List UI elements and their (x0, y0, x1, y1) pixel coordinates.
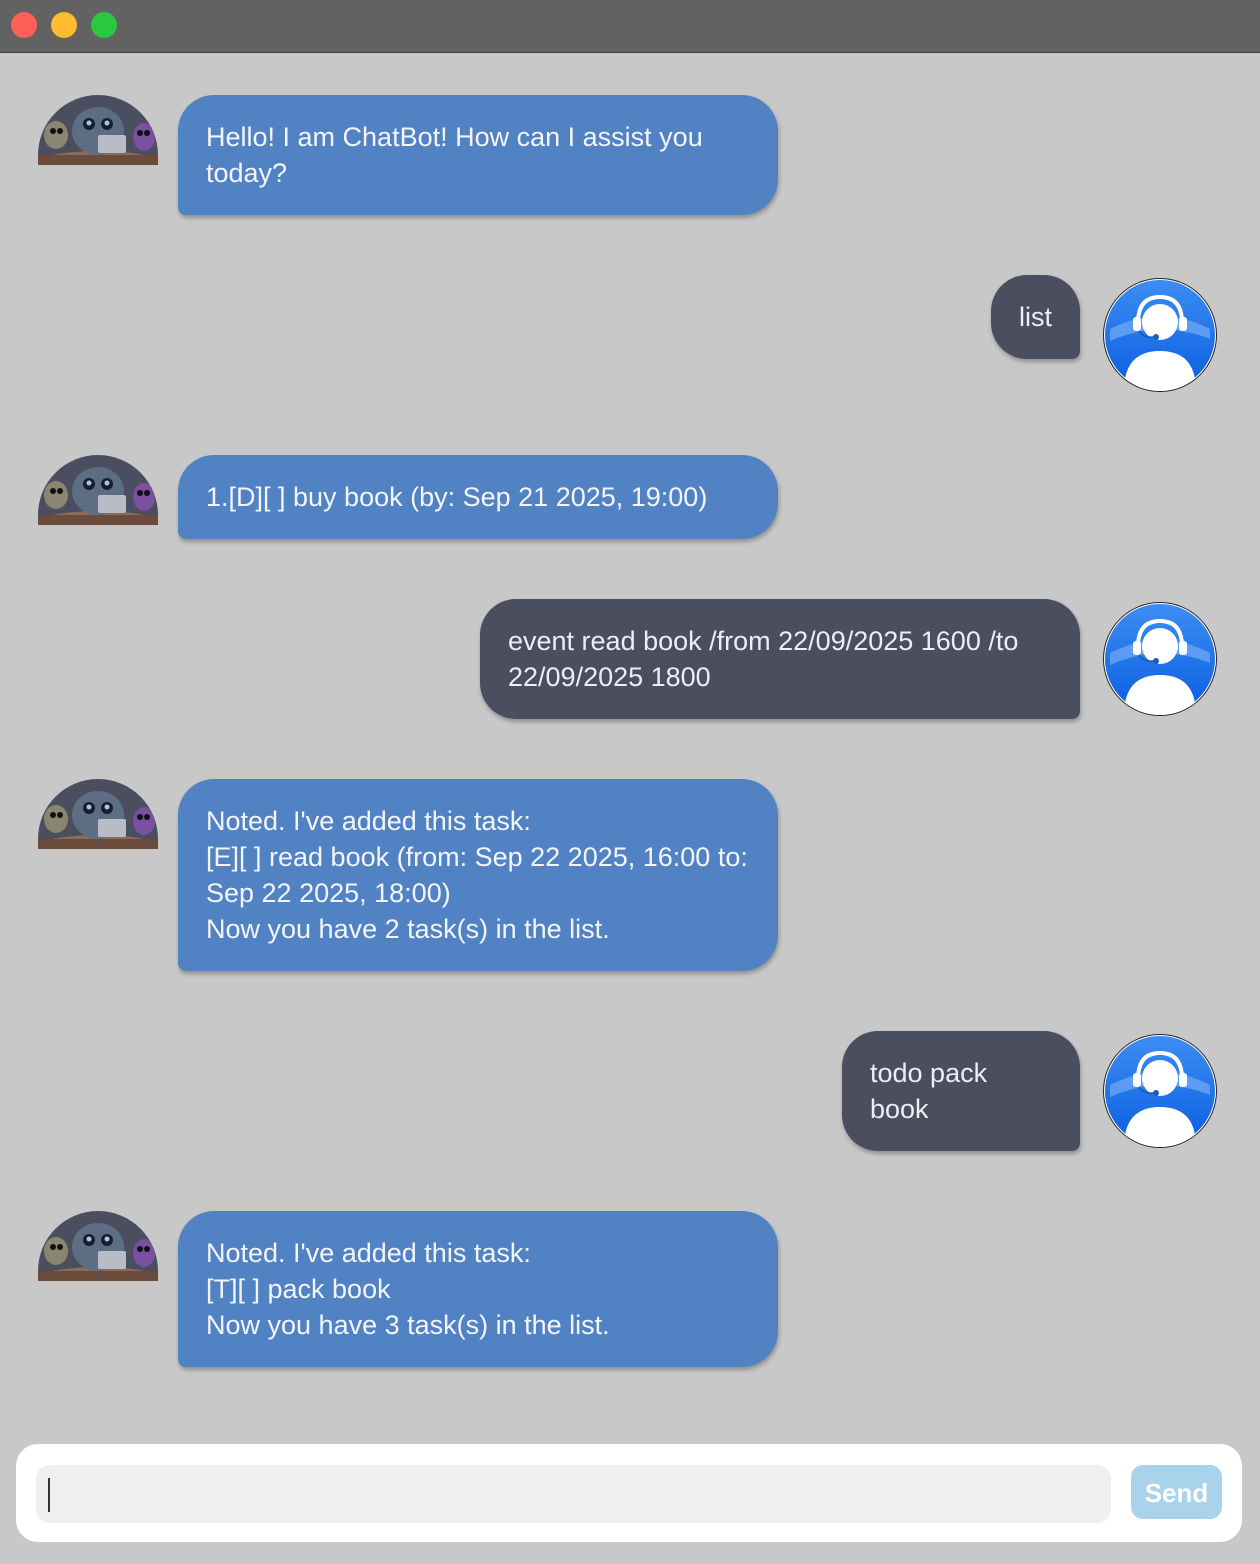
title-bar (0, 0, 1260, 53)
robot-avatar-icon (38, 455, 158, 525)
close-window-button[interactable] (11, 12, 37, 38)
message-input[interactable] (36, 1465, 1111, 1523)
user-message-bubble: event read book /from 22/09/2025 1600 /t… (480, 599, 1080, 719)
message-input-bar: Send (16, 1444, 1242, 1542)
send-button[interactable]: Send (1131, 1465, 1222, 1519)
maximize-window-button[interactable] (91, 12, 117, 38)
headset-user-avatar-icon (1103, 1034, 1217, 1148)
user-message-bubble: list (991, 275, 1080, 359)
headset-user-avatar-icon (1103, 278, 1217, 392)
chatbot-window: Hello! I am ChatBot! How can I assist yo… (0, 0, 1260, 1564)
bot-message-bubble: Hello! I am ChatBot! How can I assist yo… (178, 95, 778, 215)
bot-message-bubble: Noted. I've added this task: [T][ ] pack… (178, 1211, 778, 1367)
robot-avatar-icon (38, 1211, 158, 1281)
headset-user-avatar-icon (1103, 602, 1217, 716)
robot-avatar-icon (38, 95, 158, 165)
user-message-bubble: todo pack book (842, 1031, 1080, 1151)
chat-dialog-container[interactable]: Hello! I am ChatBot! How can I assist yo… (0, 54, 1260, 1443)
text-cursor (48, 1478, 50, 1512)
robot-avatar-icon (38, 779, 158, 849)
bot-message-bubble: 1.[D][ ] buy book (by: Sep 21 2025, 19:0… (178, 455, 778, 539)
bot-message-bubble: Noted. I've added this task: [E][ ] read… (178, 779, 778, 971)
minimize-window-button[interactable] (51, 12, 77, 38)
